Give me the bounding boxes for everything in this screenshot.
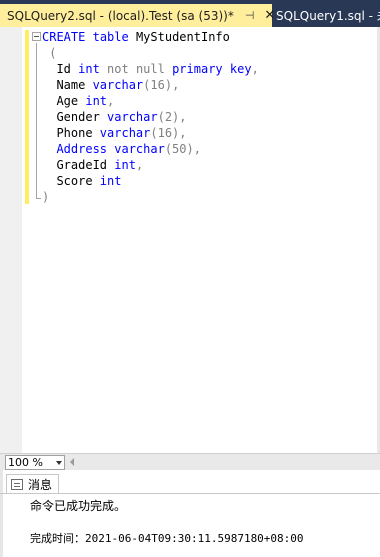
code-token: Age — [42, 94, 86, 108]
code-token: GradeId — [42, 158, 115, 172]
code-token: Score — [42, 174, 100, 188]
results-edge — [0, 470, 3, 557]
code-token: primary key — [172, 62, 252, 76]
tab-title: SQLQuery2.sql - (local).Test (sa (53))* — [7, 8, 234, 23]
code-token: int — [78, 62, 100, 76]
code-line[interactable]: CREATE table MyStudentInfo — [42, 29, 259, 45]
code-token: , — [172, 78, 180, 92]
code-line[interactable]: Gender varchar(2), — [42, 109, 259, 125]
divider — [0, 493, 380, 494]
zoom-select[interactable]: 100 % — [5, 455, 65, 470]
code-line[interactable]: Score int — [42, 173, 259, 189]
code-token: Id — [42, 62, 79, 76]
chevron-down-icon[interactable] — [56, 461, 62, 465]
result-message: 命令已成功完成。 — [30, 499, 127, 513]
code-token: ( — [42, 46, 57, 60]
code-token: int — [85, 94, 108, 108]
code-token: int — [114, 158, 136, 172]
code-token: , — [251, 62, 259, 76]
code-line[interactable]: Name varchar(16), — [42, 77, 259, 93]
code-line[interactable]: ) — [42, 189, 259, 205]
pin-icon[interactable]: ⊣ — [245, 9, 255, 22]
code-text[interactable]: CREATE table MyStudentInfo ( Id int not … — [42, 29, 259, 205]
code-line[interactable]: ( — [42, 45, 259, 61]
code-line[interactable]: Age int, — [42, 93, 259, 109]
code-token: , — [179, 126, 187, 140]
code-token: , — [135, 158, 144, 172]
code-token: table — [92, 30, 129, 44]
code-token: ) — [42, 190, 50, 204]
code-token: , — [193, 142, 201, 156]
scroll-left-icon[interactable] — [70, 458, 74, 466]
tab-sqlquery1[interactable]: SQLQuery1.sql - 未 — [272, 4, 380, 27]
completion-time-row: 完成时间：2021-06-04T09:30:11.5987180+08:00 — [30, 530, 304, 546]
code-token: Gender — [42, 110, 108, 124]
code-token: varchar — [107, 110, 158, 124]
editor-gutter — [0, 27, 22, 453]
code-line[interactable]: Id int not null primary key, — [42, 61, 259, 77]
outline-line — [36, 43, 37, 199]
unsaved-change-marker — [25, 30, 29, 204]
code-token: , — [179, 110, 187, 124]
code-token: , — [107, 94, 115, 108]
completion-time-value: 2021-06-04T09:30:11.5987180+08:00 — [85, 532, 304, 545]
tab-messages[interactable]: 消息 — [6, 474, 60, 493]
code-token: CREATE — [42, 30, 86, 44]
code-token: varchar — [99, 126, 151, 140]
collapse-icon[interactable] — [32, 32, 41, 41]
code-token: (2) — [157, 110, 180, 124]
code-token: (16) — [150, 126, 180, 140]
tab-messages-label: 消息 — [28, 477, 53, 492]
code-line[interactable]: Address varchar(50), — [42, 141, 259, 157]
code-token: Phone — [42, 126, 100, 140]
zoom-value: 100 % — [8, 456, 43, 469]
tab-title: SQLQuery1.sql - 未 — [276, 9, 380, 23]
tab-sqlquery2[interactable]: SQLQuery2.sql - (local).Test (sa (53))* … — [0, 4, 275, 27]
code-line[interactable]: Phone varchar(16), — [42, 125, 259, 141]
code-token: Name — [42, 78, 93, 92]
outline-end — [36, 198, 41, 199]
code-token: varchar — [114, 142, 165, 156]
code-token: (16) — [143, 78, 173, 92]
completion-time-label: 完成时间： — [30, 532, 85, 545]
document-tab-strip: SQLQuery2.sql - (local).Test (sa (53))* … — [0, 0, 380, 27]
code-token: (50) — [164, 142, 194, 156]
code-token: Address — [42, 142, 115, 156]
code-token: MyStudentInfo — [128, 30, 230, 44]
code-token: int — [99, 174, 122, 188]
code-token: not null — [107, 62, 165, 76]
code-line[interactable]: GradeId int, — [42, 157, 259, 173]
code-token: varchar — [92, 78, 144, 92]
message-icon — [11, 478, 23, 490]
query-editor[interactable]: CREATE table MyStudentInfo ( Id int not … — [0, 27, 380, 453]
results-pane: 消息 命令已成功完成。 完成时间：2021-06-04T09:30:11.598… — [0, 470, 380, 557]
editor-status-bar: 100 % — [0, 453, 380, 470]
